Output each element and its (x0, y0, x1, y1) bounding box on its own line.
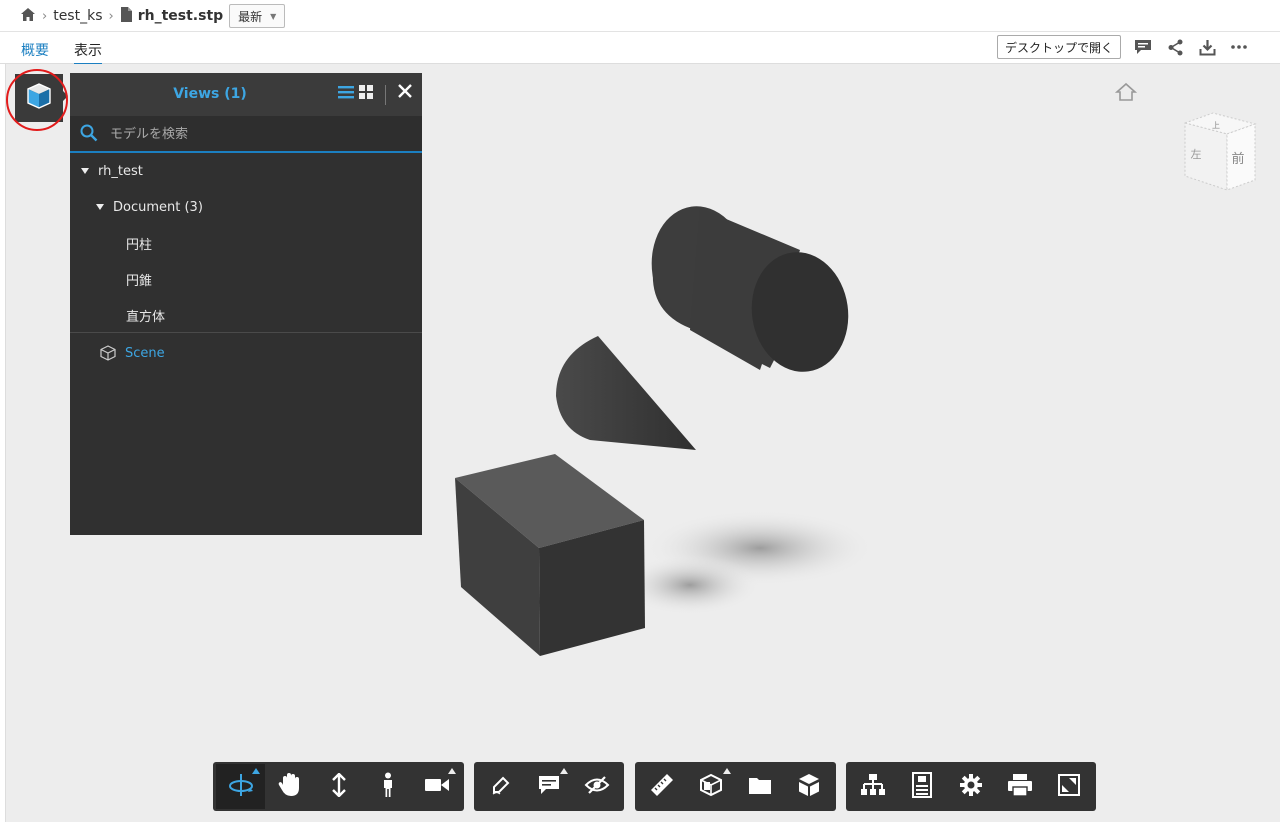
fullscreen-button[interactable] (1044, 764, 1093, 809)
tree-node-document[interactable]: Document (3) (96, 189, 203, 225)
settings-button[interactable] (947, 764, 996, 809)
tree-node-label: rh_test (98, 163, 143, 179)
properties-icon (912, 771, 933, 802)
tree-node-scene[interactable]: Scene (100, 335, 165, 371)
markup-button[interactable] (477, 764, 525, 809)
tree-node-cone[interactable]: 円錐 (126, 261, 152, 297)
search-icon (80, 124, 98, 146)
home-view-icon[interactable] (1114, 81, 1138, 107)
view-cube[interactable]: 上 左 前 (1180, 110, 1260, 199)
settings-toolbar (846, 762, 1096, 811)
top-bar: › test_ks › rh_test.stp 最新 ▼ (0, 0, 1280, 32)
walk-button[interactable] (363, 764, 412, 809)
share-icon[interactable] (1165, 37, 1185, 57)
search-input[interactable] (108, 123, 412, 145)
tree-node-root[interactable]: rh_test (81, 153, 143, 189)
breadcrumb-folder[interactable]: test_ks (53, 8, 102, 24)
close-icon[interactable] (395, 81, 415, 101)
zoom-button[interactable] (314, 764, 363, 809)
section-button[interactable] (687, 764, 736, 809)
properties-button[interactable] (898, 764, 947, 809)
submenu-arrow-icon[interactable] (722, 768, 731, 774)
chevron-right-icon: › (42, 8, 48, 24)
markup-icon (491, 775, 511, 799)
cone-model[interactable] (556, 336, 696, 450)
tree-node-label: Scene (125, 345, 165, 361)
measure-button[interactable] (638, 764, 687, 809)
submenu-arrow-icon[interactable] (560, 768, 568, 774)
home-icon[interactable] (20, 7, 36, 26)
comment-icon[interactable] (1133, 37, 1153, 57)
submenu-arrow-icon[interactable] (448, 768, 456, 774)
model-browser-icon (796, 772, 822, 802)
hide-button[interactable] (573, 764, 621, 809)
explode-icon (748, 775, 772, 799)
pan-button[interactable] (265, 764, 314, 809)
tree-node-label: 円錐 (126, 273, 153, 289)
expand-arrow-icon[interactable] (96, 204, 104, 210)
submenu-arrow-icon[interactable] (252, 768, 260, 774)
tab-overview[interactable]: 概要 (21, 40, 49, 63)
fullscreen-icon (1057, 773, 1080, 800)
walk-icon (380, 772, 396, 802)
camera-icon (424, 776, 450, 798)
tree-node-label: Document (3) (113, 199, 203, 215)
pan-icon (278, 772, 302, 802)
open-desktop-button[interactable]: デスクトップで開く (997, 35, 1122, 59)
tree-node-box[interactable]: 直方体 (126, 297, 165, 333)
model-browser-panel: Views (1) rh_test Document (3) 円柱 円錐 (70, 73, 422, 535)
comment-button[interactable] (525, 764, 573, 809)
version-label: 最新 (238, 9, 263, 24)
viewcube-top-label: 上 (1212, 121, 1220, 130)
settings-icon (959, 773, 983, 801)
panel-title: Views (1) (173, 86, 247, 102)
structure-button[interactable] (849, 764, 898, 809)
structure-icon (860, 773, 886, 801)
hide-icon (584, 775, 610, 799)
chevron-right-icon: › (108, 8, 114, 24)
cylinder-model[interactable] (644, 200, 856, 378)
expand-arrow-icon[interactable] (81, 168, 89, 174)
download-icon[interactable] (1197, 37, 1217, 57)
explode-button[interactable] (736, 764, 785, 809)
section-icon (699, 773, 723, 801)
orbit-button[interactable] (216, 764, 265, 809)
tree-node-label: 直方体 (126, 309, 166, 325)
viewcube-left-label: 左 (1191, 148, 1202, 161)
annotation-circle (6, 69, 68, 131)
navigation-toolbar (213, 762, 464, 811)
print-icon (1007, 773, 1033, 801)
tree-divider (70, 332, 422, 333)
camera-button[interactable] (412, 764, 461, 809)
model-browser-button[interactable] (784, 764, 833, 809)
tab-view[interactable]: 表示 (74, 40, 102, 65)
version-dropdown[interactable]: 最新 ▼ (229, 4, 286, 28)
view-mode-toggle (338, 84, 374, 104)
more-icon[interactable] (1229, 37, 1249, 57)
breadcrumb: › test_ks › rh_test.stp 最新 ▼ (20, 4, 286, 28)
analysis-toolbar (635, 762, 836, 811)
orbit-icon (226, 770, 256, 804)
viewcube-front-label: 前 (1231, 151, 1244, 167)
search-row (70, 116, 422, 153)
tree-node-cylinder[interactable]: 円柱 (126, 225, 152, 261)
zoom-icon (329, 771, 349, 801)
file-icon (120, 6, 132, 26)
measure-icon (649, 772, 675, 802)
chevron-down-icon: ▼ (270, 11, 277, 21)
comment-icon (538, 775, 560, 799)
markup-toolbar (474, 762, 624, 811)
header-divider (385, 85, 386, 105)
box-model[interactable] (455, 454, 645, 656)
list-view-icon[interactable] (338, 84, 354, 104)
panel-header: Views (1) (70, 73, 422, 116)
cube-outline-icon (100, 345, 116, 361)
breadcrumb-file[interactable]: rh_test.stp (138, 8, 223, 24)
print-button[interactable] (995, 764, 1044, 809)
grid-view-icon[interactable] (358, 84, 374, 104)
tree-node-label: 円柱 (126, 237, 153, 253)
